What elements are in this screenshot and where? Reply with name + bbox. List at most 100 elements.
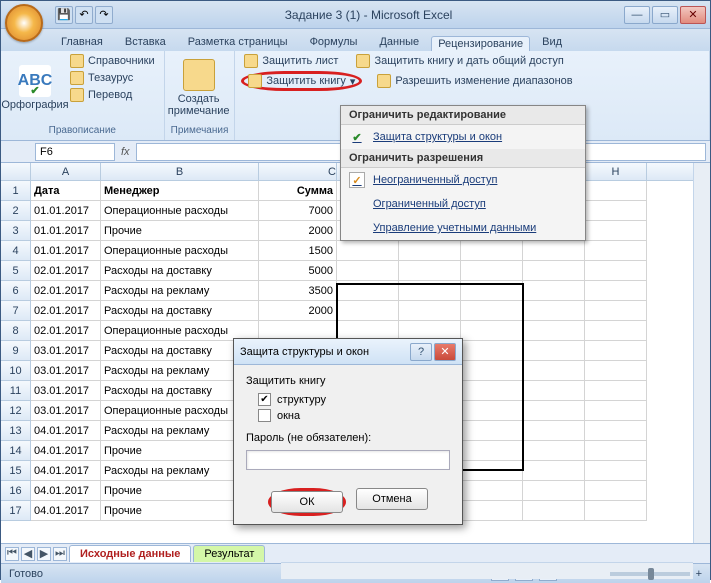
- col-header-a[interactable]: A: [31, 163, 101, 181]
- cell[interactable]: [461, 281, 523, 301]
- translate-button[interactable]: Перевод: [67, 87, 158, 103]
- cell[interactable]: [523, 281, 585, 301]
- sheet-nav-last-icon[interactable]: ⏭: [53, 547, 67, 561]
- cell[interactable]: [523, 341, 585, 361]
- cell[interactable]: Операционные расходы: [101, 241, 259, 261]
- cell[interactable]: [399, 281, 461, 301]
- row-header[interactable]: 13: [1, 421, 31, 441]
- redo-icon[interactable]: ↷: [95, 6, 113, 24]
- cell[interactable]: [523, 241, 585, 261]
- cell[interactable]: [461, 441, 523, 461]
- ok-button[interactable]: ОК: [271, 491, 343, 513]
- cell[interactable]: [461, 241, 523, 261]
- col-header-b[interactable]: B: [101, 163, 259, 181]
- zoom-slider[interactable]: [610, 572, 690, 576]
- row-header[interactable]: 15: [1, 461, 31, 481]
- cell[interactable]: 03.01.2017: [31, 341, 101, 361]
- cell[interactable]: [461, 301, 523, 321]
- checkbox-structure-row[interactable]: ✔ структуру: [258, 393, 450, 406]
- cell[interactable]: 03.01.2017: [31, 361, 101, 381]
- cell[interactable]: [585, 201, 647, 221]
- cell[interactable]: [523, 441, 585, 461]
- row-header[interactable]: 7: [1, 301, 31, 321]
- cell[interactable]: [461, 461, 523, 481]
- cell[interactable]: [585, 241, 647, 261]
- horizontal-scrollbar[interactable]: [281, 562, 693, 579]
- row-header[interactable]: 16: [1, 481, 31, 501]
- row-header[interactable]: 17: [1, 501, 31, 521]
- dialog-titlebar[interactable]: Защита структуры и окон ? ✕: [234, 339, 462, 365]
- cell[interactable]: Расходы на доставку: [101, 261, 259, 281]
- cell[interactable]: [585, 361, 647, 381]
- cell[interactable]: 5000: [259, 261, 337, 281]
- cell[interactable]: 04.01.2017: [31, 441, 101, 461]
- sheet-tab-result[interactable]: Результат: [193, 545, 265, 562]
- cell[interactable]: [585, 421, 647, 441]
- cell[interactable]: [585, 341, 647, 361]
- cell[interactable]: Расходы на доставку: [101, 301, 259, 321]
- tab-view[interactable]: Вид: [532, 33, 572, 51]
- minimize-button[interactable]: —: [624, 6, 650, 24]
- cell[interactable]: [585, 221, 647, 241]
- cell[interactable]: [399, 301, 461, 321]
- cell[interactable]: [523, 481, 585, 501]
- sheet-nav-first-icon[interactable]: ⏮: [5, 547, 19, 561]
- new-comment-button[interactable]: Создать примечание: [171, 53, 227, 123]
- select-all-button[interactable]: [1, 163, 31, 181]
- cell[interactable]: Прочие: [101, 221, 259, 241]
- checkbox-windows-row[interactable]: окна: [258, 409, 450, 422]
- cell[interactable]: [399, 241, 461, 261]
- cell[interactable]: [585, 461, 647, 481]
- cell[interactable]: [523, 261, 585, 281]
- cell[interactable]: [585, 261, 647, 281]
- tab-insert[interactable]: Вставка: [115, 33, 176, 51]
- cell[interactable]: [523, 381, 585, 401]
- cell[interactable]: 1500: [259, 241, 337, 261]
- cell[interactable]: [523, 361, 585, 381]
- protect-workbook-button[interactable]: Защитить книгу ▾: [241, 71, 362, 91]
- cell[interactable]: [461, 421, 523, 441]
- cell[interactable]: 02.01.2017: [31, 261, 101, 281]
- cell[interactable]: [585, 301, 647, 321]
- protect-sheet-button[interactable]: Защитить лист: [241, 53, 341, 69]
- cell[interactable]: 04.01.2017: [31, 501, 101, 521]
- col-header-c[interactable]: C: [259, 163, 337, 181]
- research-button[interactable]: Справочники: [67, 53, 158, 69]
- dialog-close-button[interactable]: ✕: [434, 343, 456, 361]
- undo-icon[interactable]: ↶: [75, 6, 93, 24]
- cell[interactable]: [585, 281, 647, 301]
- cancel-button[interactable]: Отмена: [356, 488, 428, 510]
- maximize-button[interactable]: ▭: [652, 6, 678, 24]
- cell[interactable]: [461, 341, 523, 361]
- cell[interactable]: Менеджер: [101, 181, 259, 201]
- col-header-h[interactable]: H: [585, 163, 647, 181]
- checkbox-structure[interactable]: ✔: [258, 393, 271, 406]
- cell[interactable]: [337, 281, 399, 301]
- save-icon[interactable]: 💾: [55, 6, 73, 24]
- row-header[interactable]: 12: [1, 401, 31, 421]
- office-button[interactable]: [5, 4, 43, 42]
- cell[interactable]: [523, 301, 585, 321]
- cell[interactable]: [585, 441, 647, 461]
- cell[interactable]: Расходы на рекламу: [101, 281, 259, 301]
- cell[interactable]: [523, 321, 585, 341]
- checkbox-windows[interactable]: [258, 409, 271, 422]
- cell[interactable]: [461, 381, 523, 401]
- sheet-nav-prev-icon[interactable]: ◀: [21, 547, 35, 561]
- cell[interactable]: [523, 401, 585, 421]
- thesaurus-button[interactable]: Тезаурус: [67, 70, 158, 86]
- cell[interactable]: 01.01.2017: [31, 201, 101, 221]
- row-header[interactable]: 5: [1, 261, 31, 281]
- cell[interactable]: 04.01.2017: [31, 461, 101, 481]
- cell[interactable]: [523, 421, 585, 441]
- cell[interactable]: [337, 261, 399, 281]
- name-box[interactable]: F6: [35, 143, 115, 161]
- cell[interactable]: Операционные расходы: [101, 201, 259, 221]
- row-header[interactable]: 10: [1, 361, 31, 381]
- cell[interactable]: 01.01.2017: [31, 221, 101, 241]
- cell[interactable]: [461, 481, 523, 501]
- cell[interactable]: 04.01.2017: [31, 421, 101, 441]
- tab-page-layout[interactable]: Разметка страницы: [178, 33, 298, 51]
- row-header[interactable]: 1: [1, 181, 31, 201]
- cell[interactable]: [461, 321, 523, 341]
